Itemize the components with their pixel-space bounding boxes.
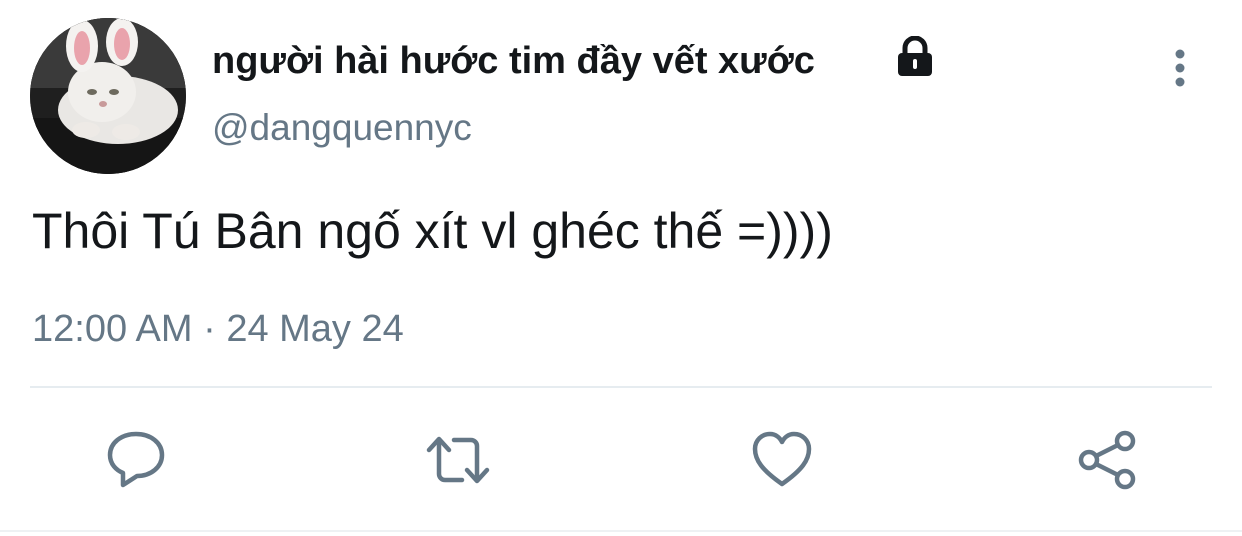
reply-icon[interactable]	[104, 428, 168, 492]
tweet-text: Thôi Tú Bân ngố xít vl ghéc thế =))))	[32, 203, 833, 259]
share-icon[interactable]	[1076, 428, 1140, 492]
avatar[interactable]	[30, 18, 186, 174]
handle[interactable]: @dangquennyc	[212, 106, 472, 150]
divider	[30, 386, 1212, 388]
retweet-icon[interactable]	[426, 428, 490, 492]
lock-icon	[898, 36, 932, 76]
timestamp[interactable]: 12:00 AM · 24 May 24	[32, 306, 404, 352]
more-vertical-icon[interactable]	[1160, 44, 1200, 92]
bottom-divider	[0, 530, 1242, 532]
display-name[interactable]: người hài hước tim đầy vết xước	[212, 38, 815, 84]
heart-icon[interactable]	[750, 428, 814, 492]
avatar-image	[30, 18, 186, 174]
